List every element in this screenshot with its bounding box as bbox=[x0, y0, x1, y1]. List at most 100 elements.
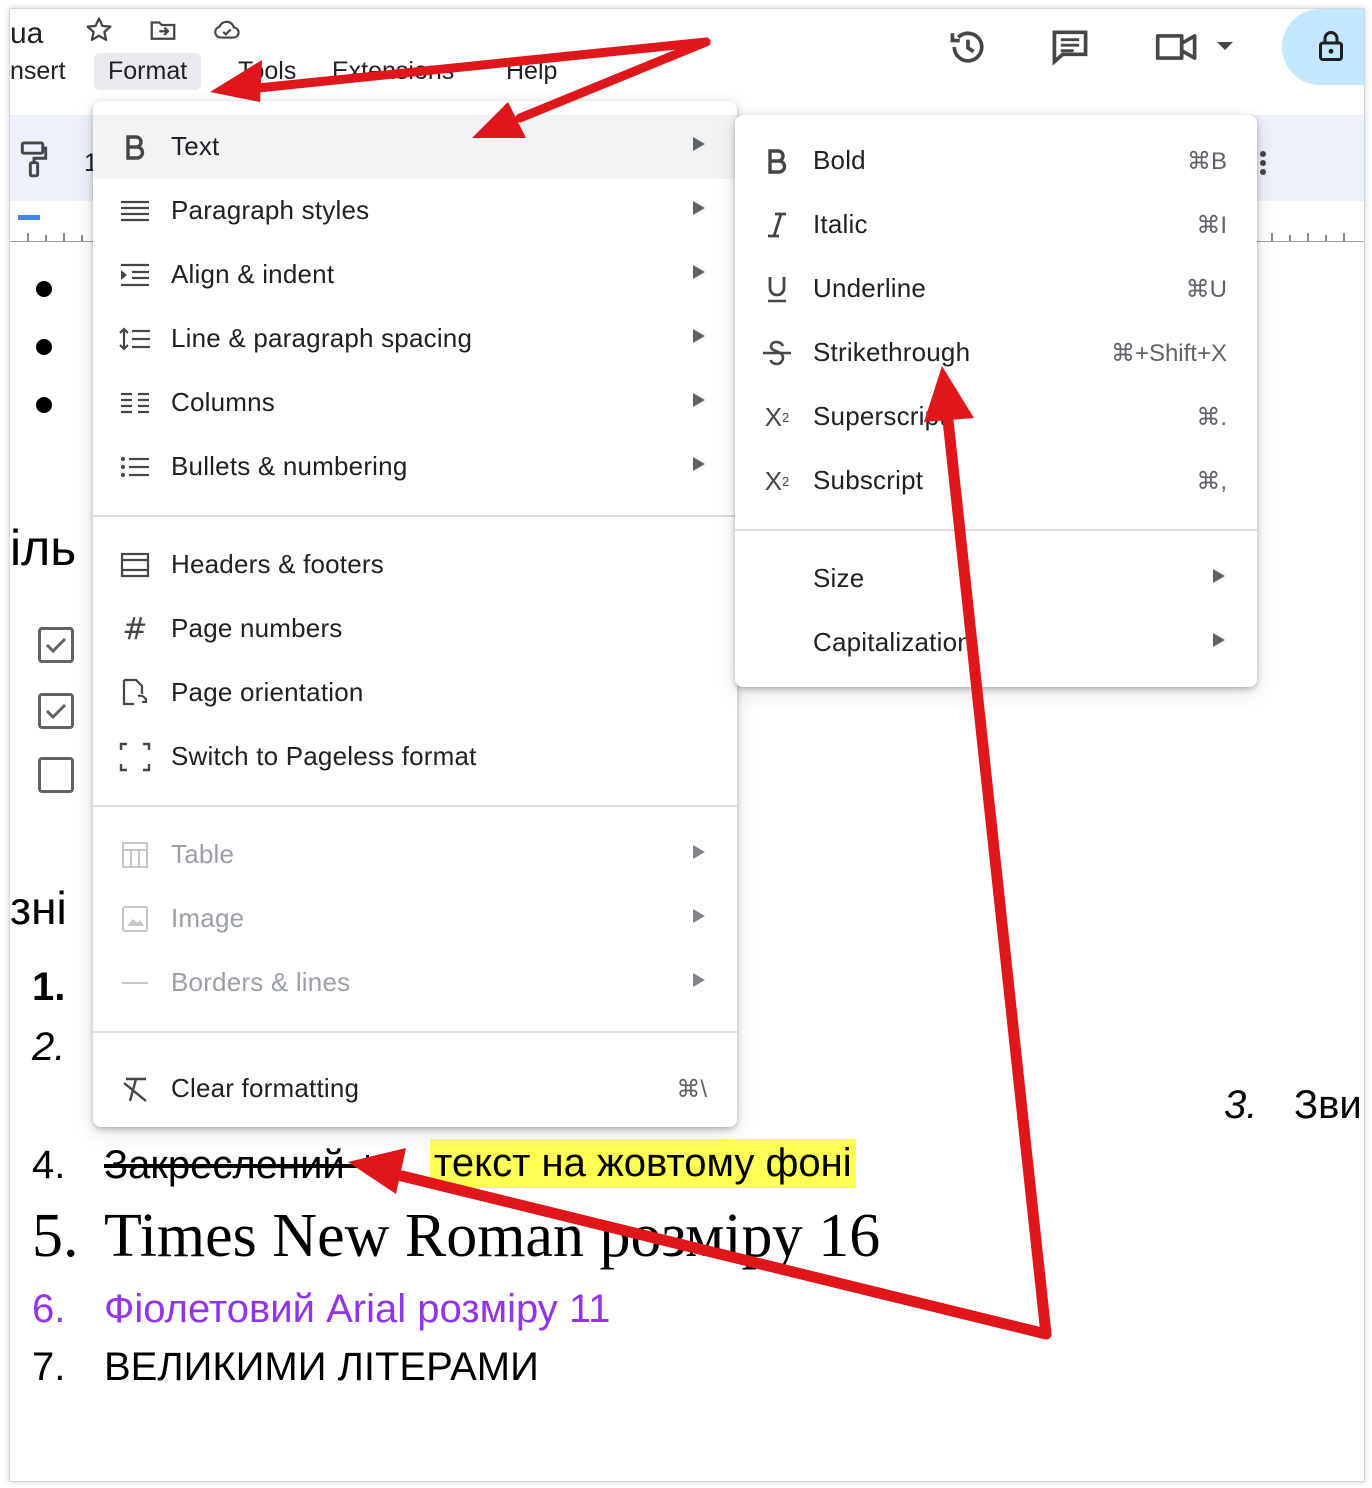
submenu-arrow-icon bbox=[693, 329, 705, 343]
submenu-arrow-icon bbox=[1213, 569, 1225, 583]
list-number: 3. bbox=[1224, 1083, 1258, 1127]
menu-item-image: Image bbox=[93, 887, 737, 951]
shortcut: ⌘+Shift+X bbox=[1110, 340, 1227, 367]
format-menu: Text Paragraph styles Align & indent Lin… bbox=[93, 101, 737, 1127]
hash-icon: # bbox=[122, 611, 148, 647]
menu-item-size[interactable]: Size bbox=[735, 547, 1257, 611]
move-folder-icon[interactable] bbox=[146, 13, 180, 47]
indent-marker[interactable] bbox=[18, 215, 40, 220]
shortcut: ⌘, bbox=[1196, 468, 1227, 495]
submenu-arrow-icon bbox=[1213, 633, 1225, 647]
menu-item-subscript[interactable]: X2 Subscript ⌘, bbox=[735, 449, 1257, 513]
list-number: 7. bbox=[32, 1345, 66, 1389]
submenu-arrow-icon bbox=[693, 393, 705, 407]
version-history-icon[interactable] bbox=[946, 25, 990, 69]
submenu-arrow-icon bbox=[693, 909, 705, 923]
comments-icon[interactable] bbox=[1046, 25, 1094, 69]
menu-format[interactable]: Format bbox=[94, 53, 202, 90]
menu-item-capitalization[interactable]: Capitalization bbox=[735, 611, 1257, 675]
text-submenu: Bold ⌘B Italic ⌘I Underline ⌘U Strikethr… bbox=[735, 115, 1257, 687]
clear-formatting-icon bbox=[119, 1073, 151, 1105]
paint-format-icon[interactable] bbox=[16, 139, 52, 179]
menu-item-page-orientation[interactable]: Page orientation bbox=[93, 661, 737, 725]
menu-item-borders-lines: Borders & lines bbox=[93, 951, 737, 1015]
shortcut: ⌘U bbox=[1185, 276, 1227, 303]
underline-icon bbox=[761, 273, 793, 305]
menu-help[interactable]: Help bbox=[506, 57, 557, 86]
list-number: 6. bbox=[32, 1287, 66, 1331]
submenu-arrow-icon bbox=[693, 201, 705, 215]
checkbox-checked[interactable] bbox=[38, 627, 74, 663]
submenu-arrow-icon bbox=[693, 137, 705, 151]
list-item-text: Фіолетовий Arial розміру 11 bbox=[104, 1287, 611, 1331]
menu-item-italic[interactable]: Italic ⌘I bbox=[735, 193, 1257, 257]
meet-camera-icon[interactable] bbox=[1154, 25, 1202, 69]
list-item-text: Times New Roman розміру 16 bbox=[104, 1202, 881, 1270]
menu-item-superscript[interactable]: X2 Superscript ⌘. bbox=[735, 385, 1257, 449]
menu-divider bbox=[93, 1031, 737, 1033]
menu-extensions[interactable]: Extensions bbox=[332, 57, 454, 86]
shortcut: ⌘\ bbox=[676, 1076, 707, 1103]
menu-insert[interactable]: nsert bbox=[10, 57, 66, 86]
menu-tools[interactable]: Tools bbox=[238, 57, 296, 86]
menu-item-headers-footers[interactable]: Headers & footers bbox=[93, 533, 737, 597]
header-footer-icon bbox=[119, 549, 151, 581]
align-indent-icon bbox=[119, 259, 151, 291]
app-window: ua nsert Format Tools Extensions Help 1 bbox=[9, 8, 1365, 1482]
chevron-down-icon[interactable] bbox=[1212, 33, 1238, 59]
menu-item-columns[interactable]: Columns bbox=[93, 371, 737, 435]
list-number: 4. bbox=[32, 1143, 66, 1187]
image-icon bbox=[119, 903, 151, 935]
checkbox-unchecked[interactable] bbox=[38, 757, 74, 793]
menu-item-line-spacing[interactable]: Line & paragraph spacing bbox=[93, 307, 737, 371]
shortcut: ⌘. bbox=[1196, 404, 1227, 431]
list-number: 1. bbox=[32, 965, 66, 1009]
bullet bbox=[36, 339, 52, 355]
checkbox-checked[interactable] bbox=[38, 693, 74, 729]
submenu-arrow-icon bbox=[693, 845, 705, 859]
paragraph-styles-icon bbox=[119, 195, 151, 227]
bulleted-list-icon bbox=[119, 451, 151, 483]
menu-item-underline[interactable]: Underline ⌘U bbox=[735, 257, 1257, 321]
submenu-arrow-icon bbox=[693, 265, 705, 279]
menu-item-clear-formatting[interactable]: Clear formatting ⌘\ bbox=[93, 1057, 737, 1121]
menu-item-pageless[interactable]: Switch to Pageless format bbox=[93, 725, 737, 789]
menu-divider bbox=[93, 515, 737, 517]
columns-icon bbox=[119, 387, 151, 419]
menu-item-strikethrough[interactable]: Strikethrough ⌘+Shift+X bbox=[735, 321, 1257, 385]
star-icon[interactable] bbox=[82, 13, 116, 47]
cloud-saved-icon[interactable] bbox=[210, 13, 244, 47]
lock-icon bbox=[1314, 27, 1348, 65]
borders-lines-icon bbox=[119, 967, 151, 999]
shortcut: ⌘B bbox=[1186, 148, 1227, 175]
menu-item-bullets-numbering[interactable]: Bullets & numbering bbox=[93, 435, 737, 499]
pageless-icon bbox=[119, 741, 151, 773]
menu-item-paragraph-styles[interactable]: Paragraph styles bbox=[93, 179, 737, 243]
page-orientation-icon bbox=[119, 677, 151, 709]
menu-item-bold[interactable]: Bold ⌘B bbox=[735, 129, 1257, 193]
bullet bbox=[36, 397, 52, 413]
list-item-text: ВЕЛИКИМИ ЛІТЕРАМИ bbox=[104, 1345, 539, 1389]
italic-icon bbox=[761, 209, 793, 241]
bullet bbox=[36, 281, 52, 297]
list-number: 5. bbox=[32, 1202, 79, 1270]
shortcut: ⌘I bbox=[1196, 212, 1227, 239]
strikethrough-text: Закреслений + bbox=[104, 1143, 380, 1187]
line-spacing-icon bbox=[119, 323, 151, 355]
submenu-arrow-icon bbox=[693, 457, 705, 471]
highlighted-text: текст на жовтому фоні bbox=[430, 1139, 856, 1188]
menu-item-text[interactable]: Text bbox=[93, 115, 737, 179]
bold-icon bbox=[761, 145, 793, 177]
subscript-icon: X2 bbox=[764, 465, 790, 496]
list-item-text: Зви bbox=[1294, 1083, 1362, 1127]
document-title[interactable]: ua bbox=[10, 17, 43, 51]
strikethrough-icon bbox=[761, 337, 793, 369]
heading-fragment: іль bbox=[10, 520, 77, 576]
share-button[interactable] bbox=[1282, 9, 1364, 85]
superscript-icon: X2 bbox=[764, 401, 790, 432]
heading-fragment: зні bbox=[10, 882, 67, 934]
bold-icon bbox=[119, 131, 151, 163]
menu-item-page-numbers[interactable]: # Page numbers bbox=[93, 597, 737, 661]
submenu-arrow-icon bbox=[693, 973, 705, 987]
menu-item-align-indent[interactable]: Align & indent bbox=[93, 243, 737, 307]
